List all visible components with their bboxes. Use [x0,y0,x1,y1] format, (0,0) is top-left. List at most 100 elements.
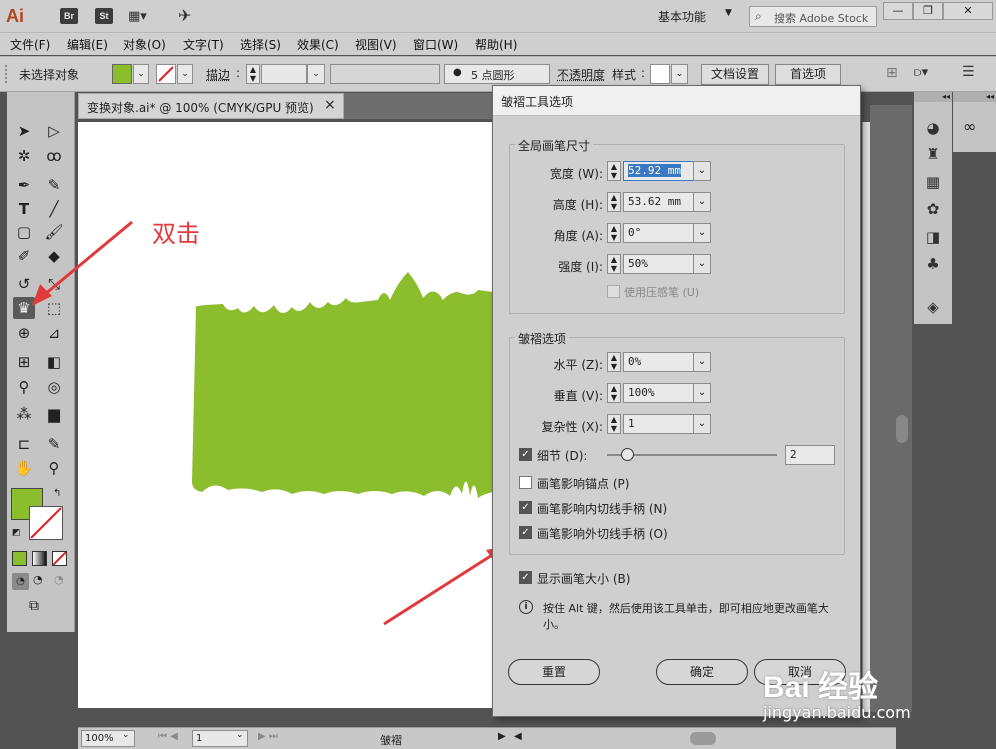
chevron-down-icon[interactable]: ⌄ [693,383,711,403]
maximize-button[interactable]: ❐ [913,2,943,20]
variable-width-profile[interactable] [330,64,440,84]
draw-inside-icon[interactable]: ◔ [54,573,64,586]
blend-tool-icon[interactable]: ◎ [43,376,65,398]
direct-selection-tool-icon[interactable]: ▷ [43,120,65,142]
free-transform-tool-icon[interactable]: ⬚ [43,297,65,319]
align-icon[interactable]: ⊞ [886,65,898,81]
default-colors-icon[interactable]: ◩ [12,528,21,538]
gradient-mode-icon[interactable] [32,551,47,566]
ok-button[interactable]: 确定 [656,659,748,685]
scale-tool-icon[interactable]: ⤡ [43,273,65,295]
menu-window[interactable]: 窗口(W) [413,36,458,53]
shape-builder-tool-icon[interactable]: ⊕ [13,322,35,344]
panel-menu-icon[interactable]: ☰ [962,64,975,80]
creative-cloud-libraries-icon[interactable]: ∞ [963,117,976,136]
chevron-down-icon[interactable]: ⌄ [693,192,711,212]
angle-stepper[interactable]: ▲ ▼ [607,223,621,243]
chevron-down-icon[interactable]: ⌄ [693,352,711,372]
menu-file[interactable]: 文件(F) [10,36,50,53]
stroke-weight-input[interactable] [261,64,307,84]
menu-help[interactable]: 帮助(H) [475,36,517,53]
selection-tool-icon[interactable]: ➤ [13,120,35,142]
show-brush-size-checkbox[interactable]: ✓ [519,571,532,584]
gradient-panel-icon[interactable]: ◨ [922,227,944,247]
magic-wand-tool-icon[interactable]: ✲ [13,145,35,167]
in-tangent-checkbox[interactable]: ✓ [519,501,532,514]
chevron-down-icon[interactable]: ⌄ [693,161,711,181]
stock-icon[interactable]: St [95,8,113,24]
gpu-performance-icon[interactable]: ✈ [178,6,191,25]
opacity-label[interactable]: 不透明度 [557,66,605,83]
detail-input[interactable]: 2 [785,445,835,465]
symbol-sprayer-tool-icon[interactable]: ⁂ [13,403,35,425]
stroke-weight-stepper[interactable]: ▲ ▼ [246,64,260,84]
first-artboard-icon[interactable]: ⏮ ◀ [158,731,178,742]
complexity-stepper[interactable]: ▲ ▼ [607,414,621,434]
mesh-tool-icon[interactable]: ⊞ [13,351,35,373]
menu-view[interactable]: 视图(V) [355,36,397,53]
brushes-icon[interactable]: ✿ [922,199,944,219]
color-mode-icon[interactable] [12,551,27,566]
menu-type[interactable]: 文字(T) [183,36,224,53]
slice-tool-icon[interactable]: ✎ [43,433,65,455]
reset-button[interactable]: 重置 [508,659,600,685]
chevron-down-icon[interactable]: ⌄ [307,64,325,84]
line-segment-tool-icon[interactable]: ╱ [43,198,65,220]
color-guide-icon[interactable]: ♜ [922,144,944,164]
stroke-label[interactable]: 描边 [206,66,230,83]
stock-search-input[interactable]: ⌕ 搜索 Adobe Stock [749,6,877,27]
draw-behind-icon[interactable]: ◔ [33,573,43,586]
rectangle-tool-icon[interactable]: ▢ [13,221,35,243]
pressure-pen-checkbox[interactable] [607,285,620,298]
shaper-tool-icon[interactable]: ✐ [13,245,35,267]
artboard-tool-icon[interactable]: ⊏ [13,433,35,455]
close-button[interactable]: ✕ [943,2,993,20]
artboard[interactable] [78,122,498,708]
scrollbar-thumb[interactable] [896,415,908,443]
document-setup-button[interactable]: 文档设置 [701,64,769,85]
status-menu-icon[interactable]: ▶ [498,731,506,742]
out-tangent-checkbox[interactable]: ✓ [519,526,532,539]
menu-object[interactable]: 对象(O) [123,36,166,53]
stroke-color-swatch[interactable] [156,64,176,84]
paintbrush-tool-icon[interactable]: 🖌 [43,221,65,243]
chevron-down-icon[interactable]: ⌄ [122,730,130,740]
hand-tool-icon[interactable]: ✋ [13,457,35,479]
menu-effect[interactable]: 效果(C) [297,36,339,53]
arrange-documents-icon[interactable]: ▦▾ [128,9,156,24]
scroll-left-icon[interactable]: ◀ [514,731,522,742]
chevron-down-icon[interactable]: ⌄ [236,730,244,740]
swatches-icon[interactable]: ▦ [922,172,944,192]
curvature-tool-icon[interactable]: ✎ [43,174,65,196]
type-tool-icon[interactable]: T [13,198,35,220]
transform-icon[interactable]: ⫐▾ [914,65,928,80]
draw-normal-icon[interactable]: ◔ [12,573,29,590]
chevron-down-icon[interactable]: ⌄ [177,64,193,84]
lasso-tool-icon[interactable]: ꝏ [43,145,65,167]
column-graph-tool-icon[interactable]: ▆ [43,403,65,425]
brush-definition-dropdown[interactable]: ● 5 点圆形 [444,64,550,84]
anchor-points-checkbox[interactable] [519,476,532,489]
gradient-tool-icon[interactable]: ◧ [43,351,65,373]
height-stepper[interactable]: ▲ ▼ [607,192,621,212]
chevron-down-icon[interactable]: ⌄ [671,64,688,84]
horizontal-scroll-thumb[interactable] [690,732,716,745]
layers-icon[interactable]: ◈ [922,297,944,317]
width-stepper[interactable]: ▲ ▼ [607,161,621,181]
menu-select[interactable]: 选择(S) [240,36,281,53]
dialog-title-bar[interactable]: 皱褶工具选项 [493,86,860,116]
vertical-scrollbar[interactable] [862,122,870,712]
bridge-icon[interactable]: Br [60,8,78,24]
detail-checkbox[interactable]: ✓ [519,448,532,461]
document-tab[interactable]: 变换对象.ai* @ 100% (CMYK/GPU 预览) × [78,93,344,119]
eraser-tool-icon[interactable]: ◆ [43,245,65,267]
rotate-tool-icon[interactable]: ↺ [13,273,35,295]
menu-edit[interactable]: 编辑(E) [67,36,108,53]
swap-colors-icon[interactable]: ↰ [53,488,61,499]
fill-color-swatch[interactable] [112,64,132,84]
crinkle-tool-icon[interactable]: ♛ [13,297,35,319]
none-mode-icon[interactable] [52,551,67,566]
screen-mode-icon[interactable]: ⧉ [29,598,39,614]
workspace-switcher[interactable]: 基本功能 [658,8,706,25]
stroke-swatch-large[interactable] [29,506,63,540]
